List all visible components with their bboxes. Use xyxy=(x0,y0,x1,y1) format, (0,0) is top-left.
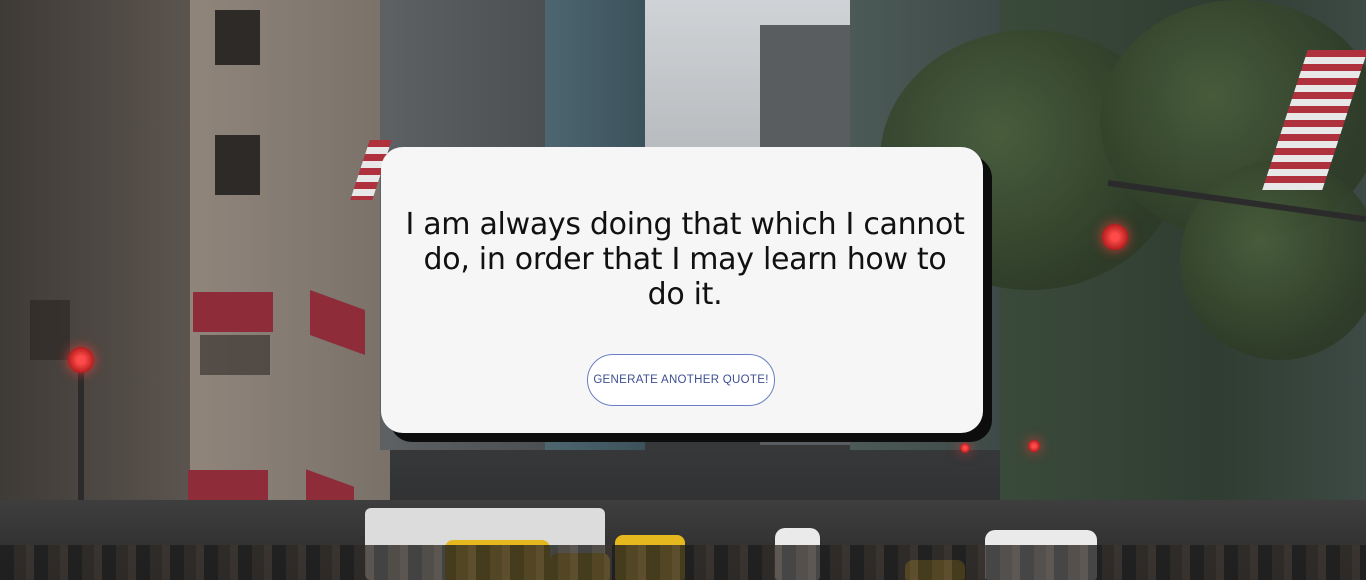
background-tree xyxy=(1180,160,1366,360)
background-window xyxy=(215,135,260,195)
traffic-light xyxy=(1028,440,1040,452)
background-building xyxy=(0,0,200,580)
background-window xyxy=(200,335,270,375)
traffic-light xyxy=(960,443,970,453)
background-window xyxy=(215,10,260,65)
background-crowd xyxy=(0,545,1366,580)
background-window xyxy=(30,300,70,360)
background-awning xyxy=(193,292,273,332)
traffic-light xyxy=(1102,224,1128,250)
generate-quote-button[interactable]: GENERATE ANOTHER QUOTE! xyxy=(587,354,775,406)
quote-text: I am always doing that which I cannot do… xyxy=(405,207,965,312)
traffic-light xyxy=(68,347,94,373)
quote-card: I am always doing that which I cannot do… xyxy=(381,147,983,433)
